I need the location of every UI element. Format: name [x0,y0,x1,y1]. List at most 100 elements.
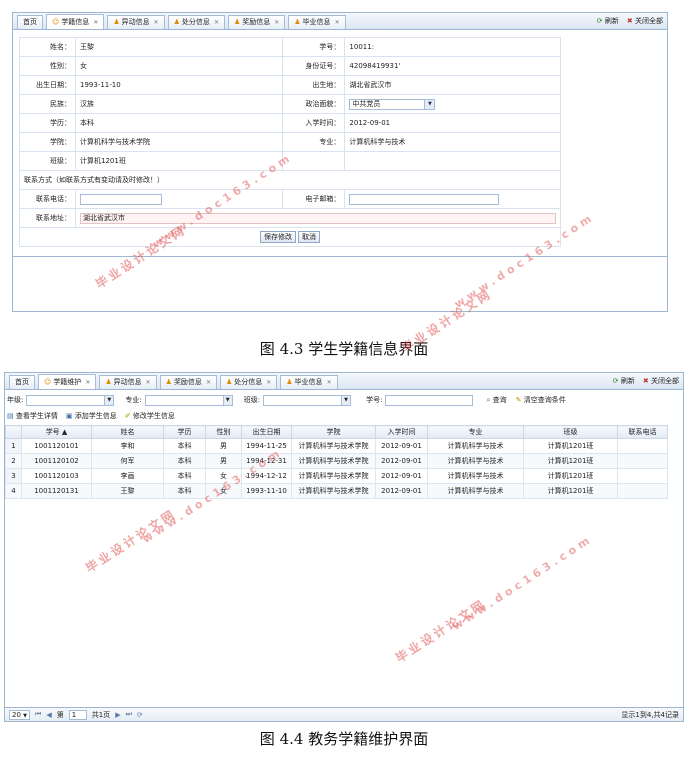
major-select[interactable]: ▼ [144,394,233,406]
close-all-label: 关闭全部 [635,17,663,25]
col-name[interactable]: 姓名 [91,425,164,439]
col-birth[interactable]: 出生日期 [241,425,292,439]
tab-tools: ⟳ 刷新 ✖ 关闭全部 [613,375,679,388]
major-value: 计算机科学与技术 [344,132,561,152]
col-edu[interactable]: 学历 [163,425,206,439]
chevron-down-icon[interactable]: ▼ [424,99,435,109]
prev-page-icon[interactable]: ◀ [46,711,51,719]
chevron-down-icon[interactable]: ▼ [341,395,351,405]
table-cell: 本科 [163,483,206,499]
table-cell: 女 [205,468,242,484]
tab-change-info[interactable]: ♟ 异动信息 ✕ [107,15,165,29]
chevron-down-icon[interactable]: ▼ [104,395,114,405]
table-cell: 男 [205,453,242,469]
phone-input[interactable] [80,193,162,205]
users-icon: ♟ [165,378,172,386]
close-icon[interactable]: ✕ [146,376,151,389]
close-icon[interactable]: ✕ [93,16,98,29]
email-input[interactable] [349,193,500,205]
contact-note: 联系方式（如联系方式有变动请及时修改！） [19,170,561,190]
page-size-select[interactable]: 20 ▼ [9,709,31,720]
stuno-input[interactable] [385,394,474,406]
col-gender[interactable]: 性别 [205,425,242,439]
birth-value: 1993-11-10 [75,75,283,95]
table-row[interactable]: 4 1001120131 王黎 本科女 1993-11-10 计算机科学与技术学院 2012… [5,483,668,499]
row-number-header [5,425,22,439]
tab-label: 异动信息 [121,18,150,26]
close-all-label: 关闭全部 [651,377,679,385]
last-page-icon[interactable]: ⏭ [126,710,132,719]
search-button[interactable]: ⌕ 查询 [486,395,506,405]
close-icon[interactable]: ✕ [214,16,219,29]
close-all-button[interactable]: ✖ 关闭全部 [643,375,679,388]
chevron-down-icon[interactable]: ▼ [222,395,232,405]
user-icon: ♟ [286,378,293,386]
close-icon[interactable]: ✕ [274,16,279,29]
col-class[interactable]: 班级 [523,425,618,439]
view-detail-button[interactable]: ▤ 查看学生详情 [7,411,58,421]
tab-label: 学籍信息 [61,17,90,26]
class-label: 班级： [19,151,76,171]
row-number: 4 [5,483,22,499]
political-select[interactable]: 中共党员 ▼ [349,98,436,110]
close-icon[interactable]: ✕ [266,376,271,389]
tab-label: 首页 [23,18,37,26]
tab-punishment-info[interactable]: ♟ 处分信息 ✕ [167,15,225,29]
page-size-value: 20 [12,710,21,719]
close-icon[interactable]: ✕ [327,376,332,389]
clear-button[interactable]: ✎ 清空查询条件 [516,395,566,405]
table-cell: 本科 [163,438,206,454]
tab-reward-info[interactable]: ♟ 奖励信息 ✕ [159,375,217,389]
edit-student-button[interactable]: ✐ 修改学生信息 [125,411,175,421]
tab-home[interactable]: 首页 [9,375,35,389]
add-student-button[interactable]: ▣ 添加学生信息 [66,411,117,421]
close-icon[interactable]: ✕ [335,16,340,29]
tab-graduation-info[interactable]: ♟ 毕业信息 ✕ [288,15,346,29]
tab-student-record[interactable]: ☺ 学籍信息 ✕ [46,14,105,29]
reload-icon[interactable]: ⟳ [137,711,143,719]
political-cell: 中共党员 ▼ [344,94,561,114]
close-icon[interactable]: ✕ [85,376,90,389]
refresh-button[interactable]: ⟳ 刷新 [613,375,635,388]
col-stuno[interactable]: 学号 ▲ [21,425,92,439]
row-number: 3 [5,468,22,484]
table-row[interactable]: 1 1001120101 李和 本科男 1994-11-25 计算机科学与技术学院 2012… [5,438,668,454]
address-input[interactable]: 湖北省武汉市 [80,212,556,224]
col-phone[interactable]: 联系电话 [617,425,668,439]
page-number-input[interactable]: 1 [68,709,87,720]
save-button[interactable]: 保存修改 [260,231,296,243]
tab-reward-info[interactable]: ♟ 奖励信息 ✕ [227,15,286,29]
major-label: 专业： [281,132,346,152]
close-icon[interactable]: ✕ [154,16,159,29]
first-page-icon[interactable]: ⏮ [35,710,41,719]
college-value: 计算机科学与技术学院 [75,132,283,152]
empty-cell [344,151,561,171]
gender-label: 性别： [19,56,76,76]
figure-caption-4-4: 图 4.4 教务学籍维护界面 [259,730,429,748]
table-row[interactable]: 3 1001120103 李画 本科女 1994-12-12 计算机科学与技术学院 2012… [5,468,668,484]
pager: 20 ▼ ⏮ ◀ 第 1 共1页 ▶ ⏭ ⟳ 显示1到4,共4记录 [5,707,683,721]
next-page-icon[interactable]: ▶ [115,711,120,719]
cancel-button[interactable]: 取消 [298,231,320,243]
col-enroll[interactable]: 入学时间 [375,425,428,439]
table-cell: 李画 [91,468,164,484]
tab-change-info[interactable]: ♟ 异动信息 ✕ [99,375,157,389]
class-select[interactable]: ▼ [263,394,352,406]
row-number: 2 [5,453,22,469]
tab-home[interactable]: 首页 [17,15,43,29]
grade-select[interactable]: ▼ [26,394,115,406]
close-icon[interactable]: ✕ [206,376,211,389]
close-all-button[interactable]: ✖ 关闭全部 [627,15,663,28]
enroll-value: 2012-09-01 [344,113,561,133]
tab-punishment-info[interactable]: ♟ 处分信息 ✕ [219,375,278,389]
col-college[interactable]: 学院 [291,425,376,439]
tab-record-maintenance[interactable]: ☺ 学籍维护 ✕ [38,374,97,389]
col-major[interactable]: 专业 [427,425,524,439]
table-row[interactable]: 2 1001120102 何军 本科男 1994-12-31 计算机科学与技术学院 2012… [5,453,668,469]
birthplace-label: 出生地： [281,75,346,95]
refresh-button[interactable]: ⟳ 刷新 [597,15,619,28]
broom-icon: ✎ [515,396,522,404]
table-cell: 1001120102 [21,453,92,469]
tab-graduation-info[interactable]: ♟ 毕业信息 ✕ [280,375,338,389]
student-grid: 学号 ▲ 姓名 学历 性别 出生日期 学院 入学时间 专业 班级 联系电话 11… [5,425,668,499]
